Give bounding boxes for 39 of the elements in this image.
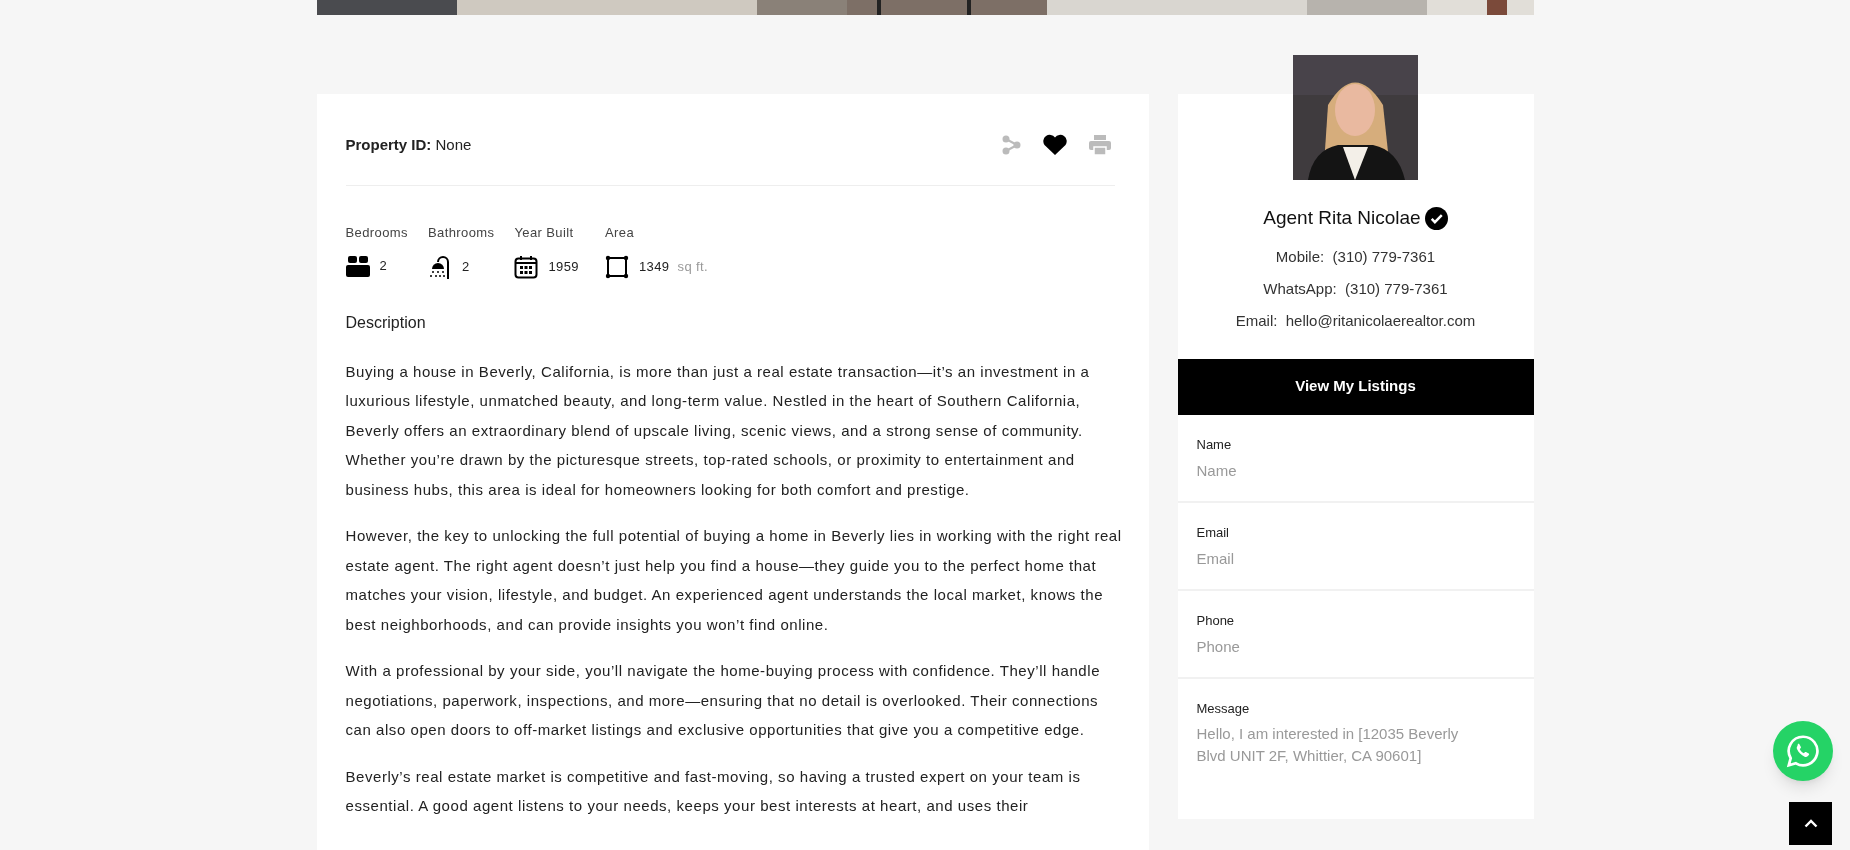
shower-icon bbox=[427, 254, 452, 279]
fact-label: Area bbox=[604, 224, 635, 242]
back-to-top-button[interactable] bbox=[1789, 802, 1832, 845]
description-paragraph: Buying a house in Beverly, California, is more than just a real estate transaction—it’s an investment in a luxurious lifestyle, unmatched beauty, and long-term value. Nestled in the heart of Southern California, Beverly offers an extraordinary blend of upscale living, scenic views, and a strong sense of community. Whether you’re drawn by the picturesque streets, top-rated schools, or proximity to entertainment and business hubs, this area is ideal for homeowners looking for both comfort and prestige. bbox=[345, 361, 1091, 500]
contact-detail: Email: hello@ritanicolaerealtor.com bbox=[1235, 310, 1476, 331]
description-paragraph: With a professional by your side, you’ll navigate the home-buying process with confidence. They’ll handle negotiations, paperwork, inspections, and more—ensuring that no detail is overlooked. Their connections can also open doors to off-market listings and exclusive opportunities that give you a competitive edge. bbox=[345, 661, 1102, 740]
field-label: Email bbox=[1196, 523, 1230, 542]
input-field[interactable]: Phone bbox=[1196, 636, 1515, 659]
fact-value: 2 bbox=[461, 257, 471, 276]
fact-label: Year Built bbox=[514, 224, 575, 242]
calendar-icon bbox=[514, 254, 539, 279]
bed-icon bbox=[345, 254, 370, 277]
heart-icon[interactable] bbox=[1041, 134, 1068, 156]
input-field[interactable]: Name bbox=[1196, 460, 1515, 483]
field-label: Phone bbox=[1196, 611, 1236, 630]
fact-value: 1349 bbox=[638, 257, 671, 276]
view-listings-button[interactable]: View My Listings bbox=[1177, 358, 1534, 415]
fact-value: 2 bbox=[379, 256, 389, 275]
area-icon bbox=[604, 254, 629, 279]
field-label: Name bbox=[1196, 435, 1233, 454]
contact-detail: WhatsApp: (310) 779-7361 bbox=[1263, 278, 1448, 299]
section-title: Description bbox=[345, 312, 427, 333]
share-icon[interactable] bbox=[1001, 135, 1022, 155]
whatsapp-button[interactable] bbox=[1773, 721, 1833, 781]
message-field[interactable]: Hello, I am interested in [12035 Beverly Blvd UNIT 2F, Whittier, CA 90601] bbox=[1196, 723, 1482, 823]
field-label: Message bbox=[1196, 699, 1251, 718]
input-field[interactable]: Email bbox=[1196, 548, 1515, 571]
fact-unit: sq ft. bbox=[677, 257, 709, 276]
agent-name: Agent Rita Nicolae bbox=[1263, 206, 1421, 230]
chevron-up-icon bbox=[1803, 819, 1818, 828]
contact-detail: Mobile: (310) 779-7361 bbox=[1275, 246, 1436, 267]
print-icon[interactable] bbox=[1087, 134, 1112, 156]
description-paragraph: Beverly’s real estate market is competitive and fast-moving, so having a trusted expert on your team is essential. A good agent listens to your needs, keeps your best interests at heart, and uses their bbox=[345, 766, 1082, 816]
fact-value: 1959 bbox=[548, 257, 580, 276]
description-paragraph: However, the key to unlocking the full potential of buying a home in Beverly lies in working with the right real estate agent. The right agent doesn’t just help you find a house—they guide you to the perfect home that matches your vision, lifestyle, and budget. An experienced agent understands the local market, knows the best neighborhoods, and can provide insights you won’t find online. bbox=[345, 526, 1123, 635]
fact-label: Bathrooms bbox=[427, 224, 495, 242]
property-id: Property ID: None bbox=[345, 134, 472, 155]
fact-label: Bedrooms bbox=[345, 224, 408, 242]
whatsapp-icon bbox=[1785, 733, 1821, 769]
